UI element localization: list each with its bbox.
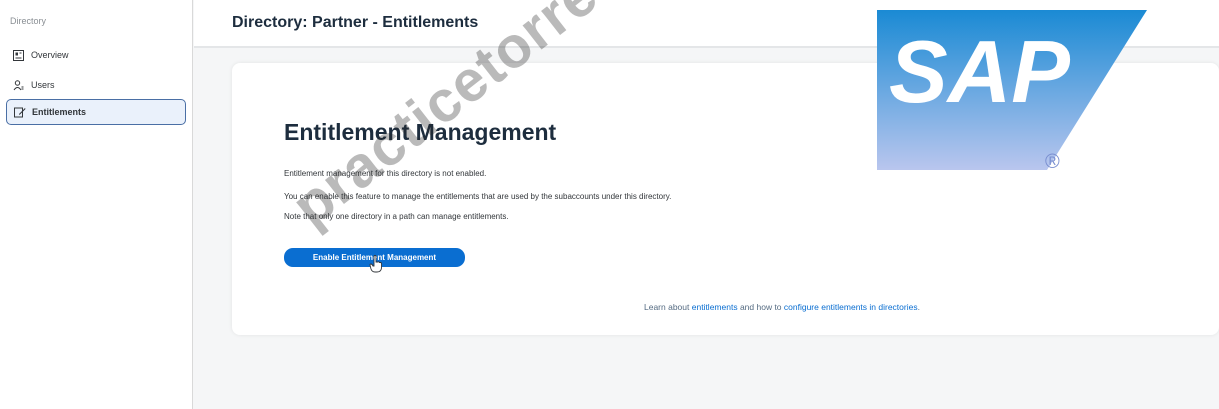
overview-icon (12, 49, 25, 62)
registered-mark: ® (1045, 151, 1060, 170)
sidebar-item-entitlements[interactable]: Entitlements (6, 99, 186, 125)
sidebar-header: Directory (10, 16, 47, 26)
sidebar-item-label: Users (31, 80, 55, 90)
entitlements-link[interactable]: entitlements (692, 302, 738, 312)
configure-entitlements-link[interactable]: configure entitlements in directories (784, 302, 918, 312)
learn-suffix: . (917, 302, 920, 312)
note-text: Note that only one directory in a path c… (284, 212, 509, 221)
status-text: Entitlement management for this director… (284, 169, 487, 178)
sap-logo-text: SAP (889, 22, 1070, 121)
sap-logo: SAP ® (877, 10, 1147, 170)
sidebar-item-label: Entitlements (32, 107, 87, 117)
sidebar-item-label: Overview (31, 50, 69, 60)
description-text: You can enable this feature to manage th… (284, 192, 672, 201)
hand-cursor-icon (369, 255, 382, 273)
learn-middle: and how to (737, 302, 784, 312)
sidebar: Directory Overview Users Entitlements (0, 0, 193, 409)
sidebar-item-overview[interactable]: Overview (6, 44, 186, 66)
users-icon (12, 79, 25, 92)
section-heading: Entitlement Management (284, 119, 557, 145)
learn-prefix: Learn about (644, 302, 692, 312)
entitlements-icon (13, 106, 26, 119)
page-title: Directory: Partner - Entitlements (232, 14, 479, 31)
sidebar-item-users[interactable]: Users (6, 74, 186, 96)
learn-more-text: Learn about entitlements and how to conf… (644, 302, 920, 312)
